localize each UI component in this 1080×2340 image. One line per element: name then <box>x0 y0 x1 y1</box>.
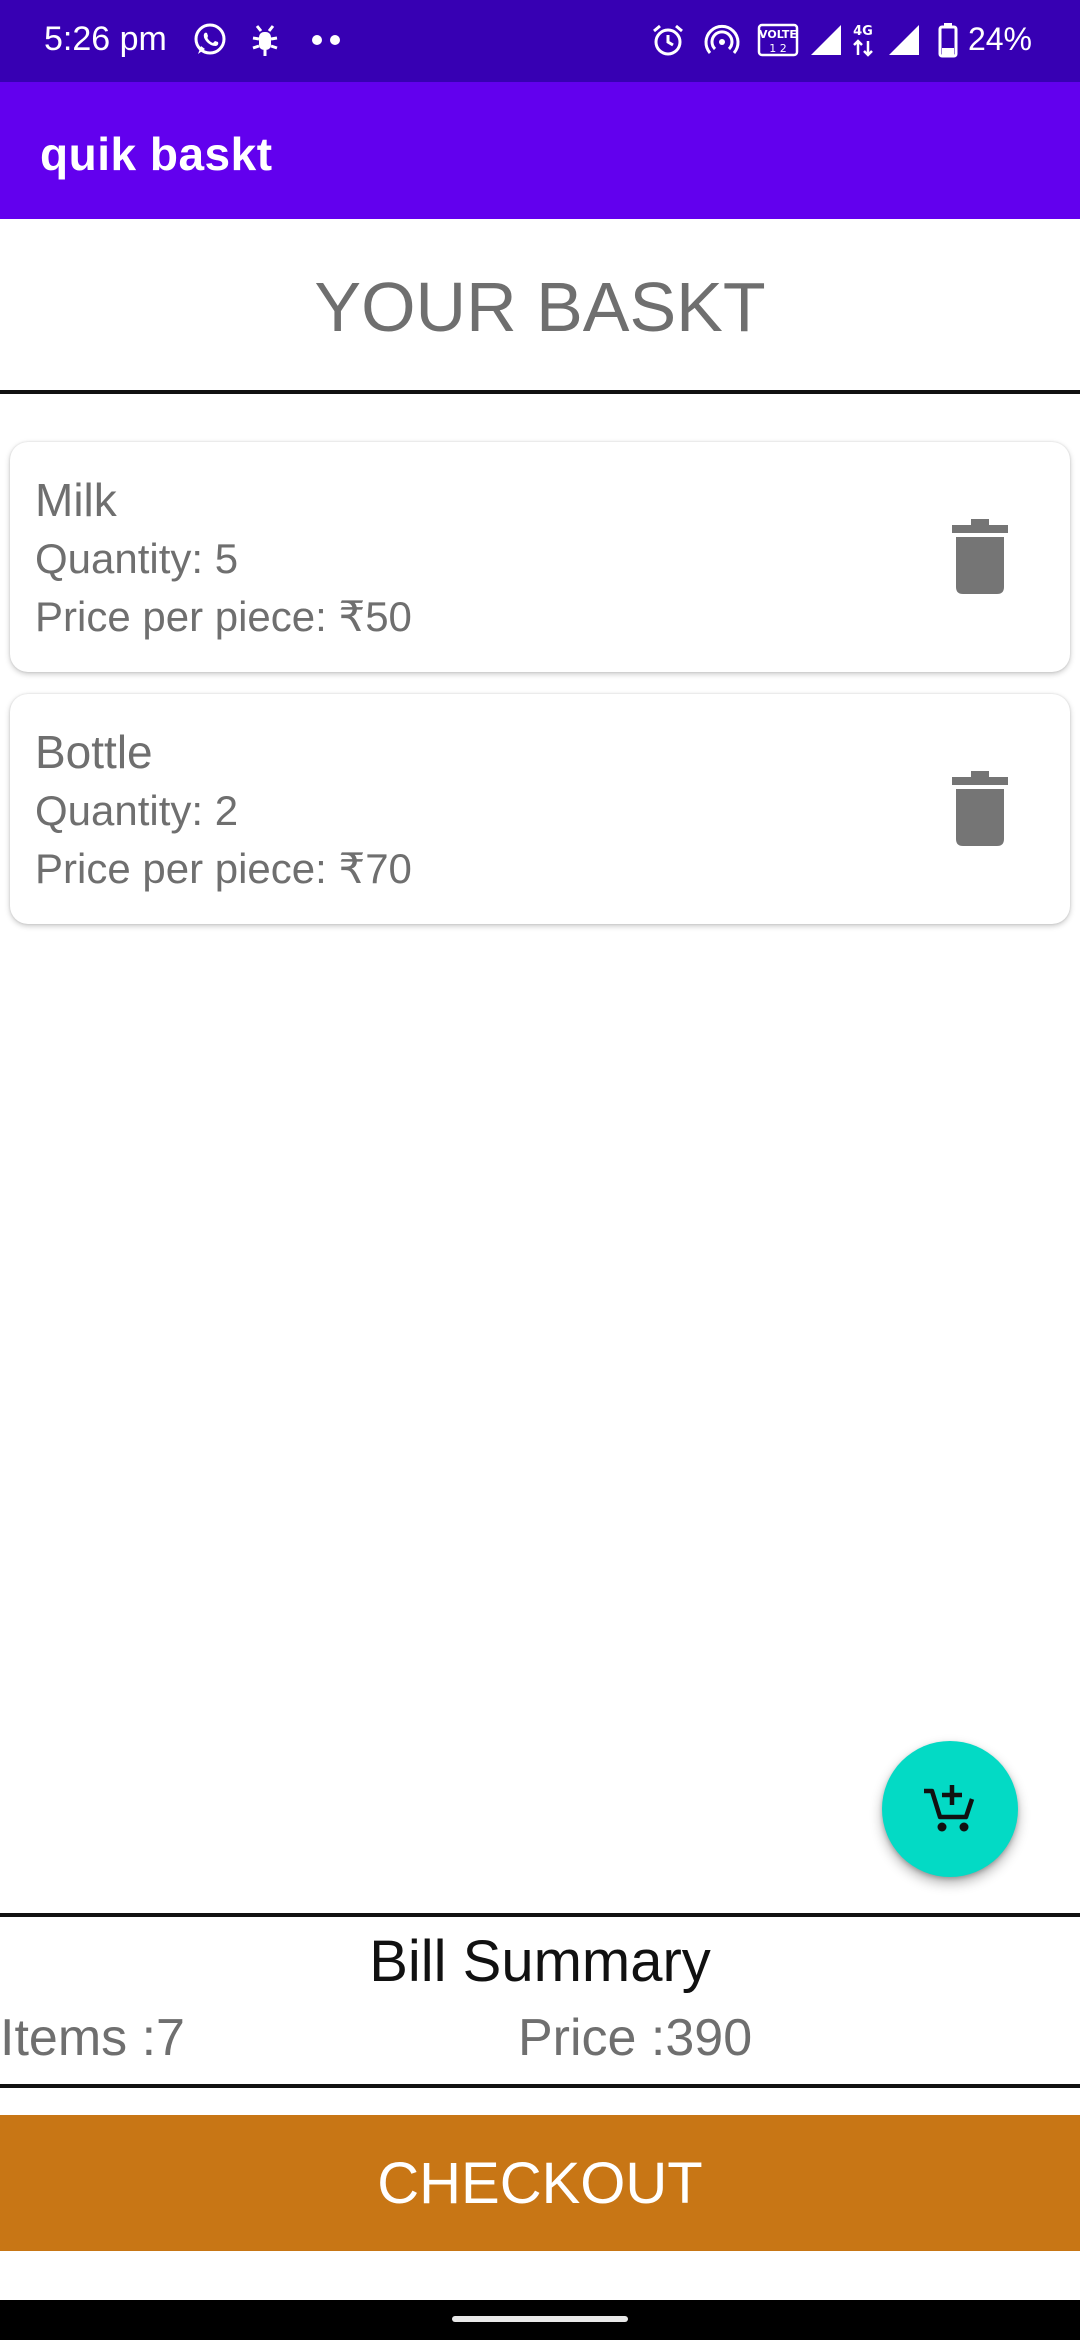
app-bar: quik baskt <box>0 82 1080 219</box>
4g-icon: 4G <box>848 20 878 60</box>
checkout-button[interactable]: CHECKOUT <box>0 2115 1080 2251</box>
volte-icon: VOLTE 1 2 <box>756 20 800 60</box>
bill-bottom-divider <box>0 2084 1080 2088</box>
volte-label: VOLTE <box>759 28 797 41</box>
trash-icon <box>952 771 1008 846</box>
item-price: Price per piece: ₹70 <box>35 845 412 892</box>
battery-icon <box>936 20 960 60</box>
signal-icon <box>808 20 844 60</box>
item-price: Price per piece: ₹50 <box>35 593 412 640</box>
delete-item-button[interactable] <box>940 764 1020 854</box>
bill-summary-title: Bill Summary <box>369 1929 711 1994</box>
page-title: YOUR BASKT <box>314 268 766 346</box>
bill-top-divider <box>0 1913 1080 1917</box>
add-to-cart-button[interactable] <box>882 1741 1018 1877</box>
trash-icon <box>952 519 1008 594</box>
basket-item-card: Milk Quantity: 5 Price per piece: ₹50 <box>10 442 1070 672</box>
dots-icon <box>308 20 344 60</box>
alarm-icon <box>648 20 688 60</box>
item-quantity: Quantity: 5 <box>35 535 239 582</box>
app-title: quik baskt <box>40 128 273 180</box>
signal-icon <box>886 20 922 60</box>
navigation-bar <box>0 2300 1080 2340</box>
item-quantity: Quantity: 2 <box>35 787 239 834</box>
hotspot-icon <box>702 20 742 60</box>
basket-item-card: Bottle Quantity: 2 Price per piece: ₹70 <box>10 694 1070 924</box>
volte-sub-label: 1 2 <box>769 42 787 55</box>
item-name: Bottle <box>35 726 153 778</box>
battery-percentage: 24% <box>967 21 1032 57</box>
status-time: 5:26 pm <box>44 20 167 58</box>
add-to-cart-icon <box>924 1785 975 1832</box>
bug-icon <box>250 20 280 60</box>
heading-divider <box>0 390 1080 394</box>
delete-item-button[interactable] <box>940 512 1020 602</box>
home-gesture-handle[interactable] <box>452 2316 628 2322</box>
whatsapp-icon <box>190 20 230 60</box>
bill-items-count: Items :7 <box>0 2009 185 2067</box>
status-bar: 5:26 pm VOLTE 1 2 4G 24% <box>0 0 1080 82</box>
item-name: Milk <box>35 474 117 526</box>
network-label: 4G <box>853 24 873 39</box>
bill-total-price: Price :390 <box>518 2009 753 2067</box>
